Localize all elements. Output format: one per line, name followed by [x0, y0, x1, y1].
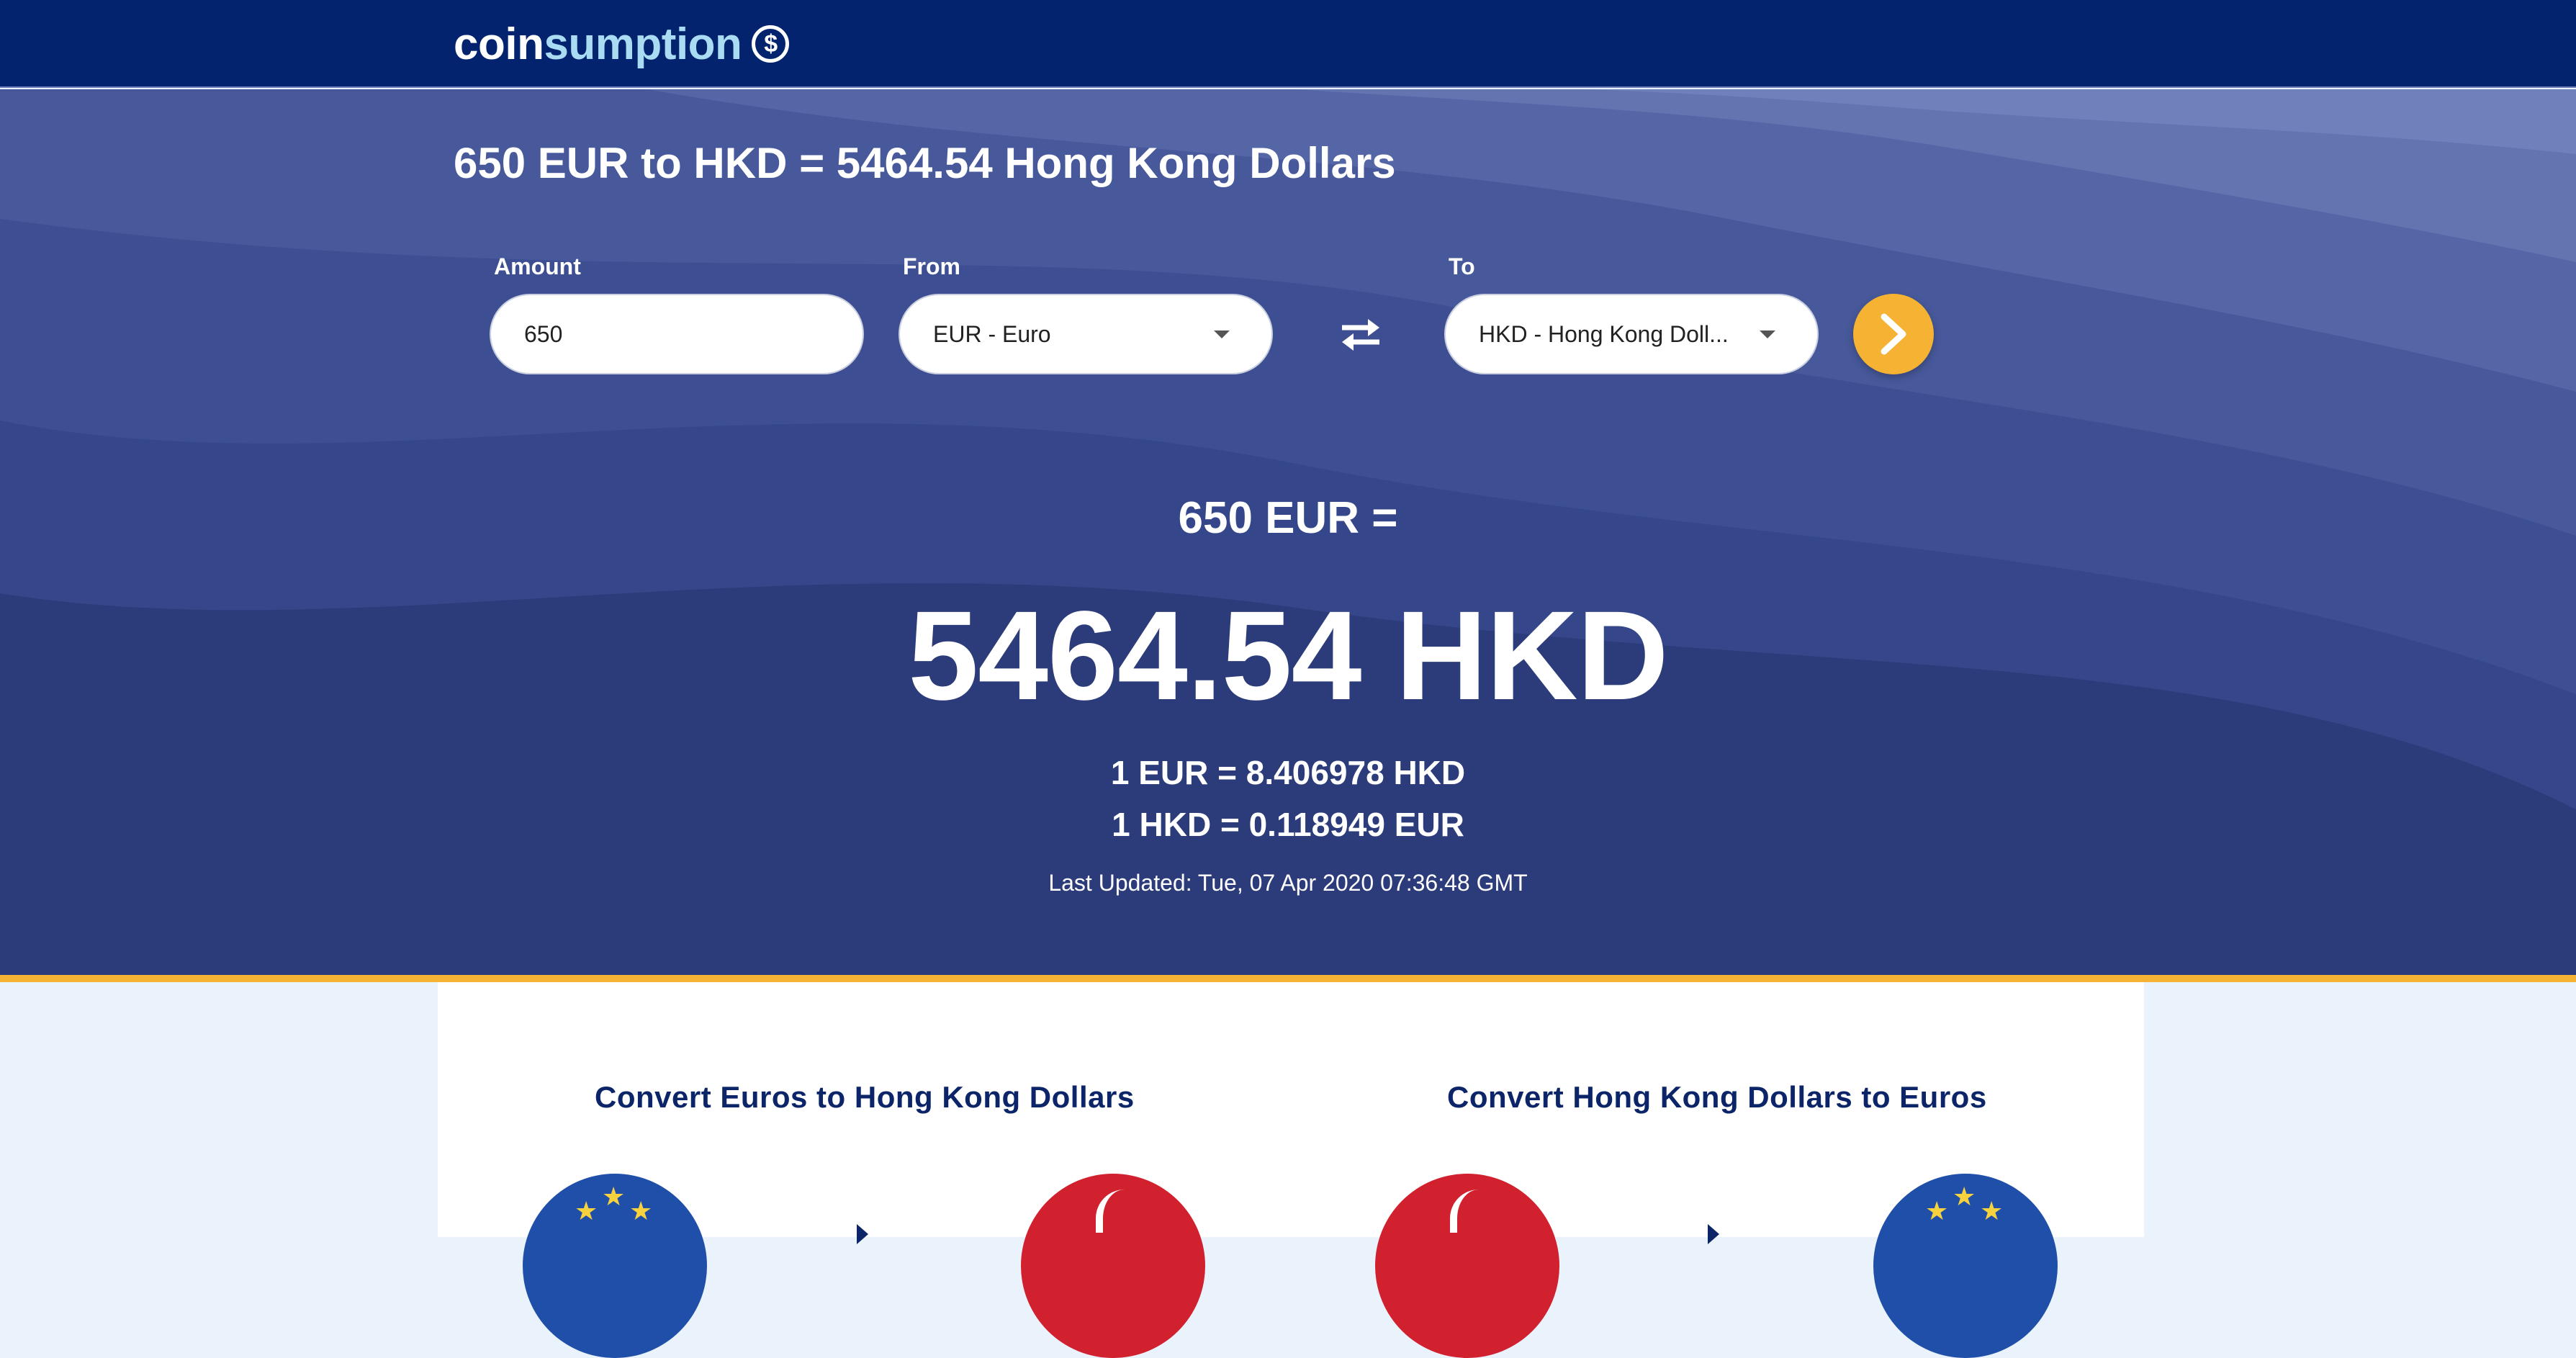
- from-label: From: [903, 253, 960, 279]
- to-label: To: [1449, 253, 1475, 279]
- to-currency-value: HKD - Hong Kong Doll...: [1479, 320, 1729, 347]
- amount-value: 650: [524, 320, 563, 347]
- dollar-coin-icon: $: [752, 25, 790, 63]
- amount-label: Amount: [494, 253, 581, 279]
- page-title: 650 EUR to HKD = 5464.54 Hong Kong Dolla…: [454, 139, 1396, 187]
- arrow-right-icon: [1708, 1224, 1719, 1244]
- rate-reverse: 1 HKD = 0.118949 EUR: [1112, 806, 1464, 843]
- rate-forward: 1 EUR = 8.406978 HKD: [1110, 754, 1466, 791]
- eu-flag-icon: ★ ★ ★: [523, 1174, 707, 1358]
- hk-flag-icon: [1375, 1174, 1559, 1358]
- chevron-right-icon: [1881, 313, 1906, 355]
- chevron-down-icon: [1760, 330, 1775, 338]
- swap-currencies-button[interactable]: [1332, 310, 1390, 360]
- card-title-eur-to-hkd[interactable]: Convert Euros to Hong Kong Dollars: [595, 1080, 1135, 1115]
- top-navigation-bar: coin sumption $: [0, 0, 2576, 88]
- result-converted-amount: 5464.54 HKD: [908, 585, 1668, 727]
- from-currency-select[interactable]: EUR - Euro: [899, 294, 1273, 374]
- card-title-hkd-to-eur[interactable]: Convert Hong Kong Dollars to Euros: [1447, 1080, 1987, 1115]
- from-currency-value: EUR - Euro: [933, 320, 1051, 347]
- last-updated-text: Last Updated: Tue, 07 Apr 2020 07:36:48 …: [1048, 870, 1528, 896]
- chevron-down-icon: [1214, 330, 1230, 338]
- convert-button[interactable]: [1853, 294, 1934, 374]
- logo-text-sumption: sumption: [544, 19, 742, 69]
- logo-text-coin: coin: [454, 19, 544, 69]
- coinsumption-logo[interactable]: coin sumption $: [454, 16, 790, 72]
- hk-flag-icon: [1021, 1174, 1205, 1358]
- hero-accent-border: [0, 975, 2576, 982]
- result-from-amount: 650 EUR =: [1178, 493, 1398, 543]
- eu-flag-icon: ★ ★ ★: [1873, 1174, 2058, 1358]
- amount-input[interactable]: 650: [490, 294, 864, 374]
- to-currency-select[interactable]: HKD - Hong Kong Doll...: [1444, 294, 1819, 374]
- swap-arrows-icon: [1342, 319, 1379, 351]
- arrow-right-icon: [857, 1224, 868, 1244]
